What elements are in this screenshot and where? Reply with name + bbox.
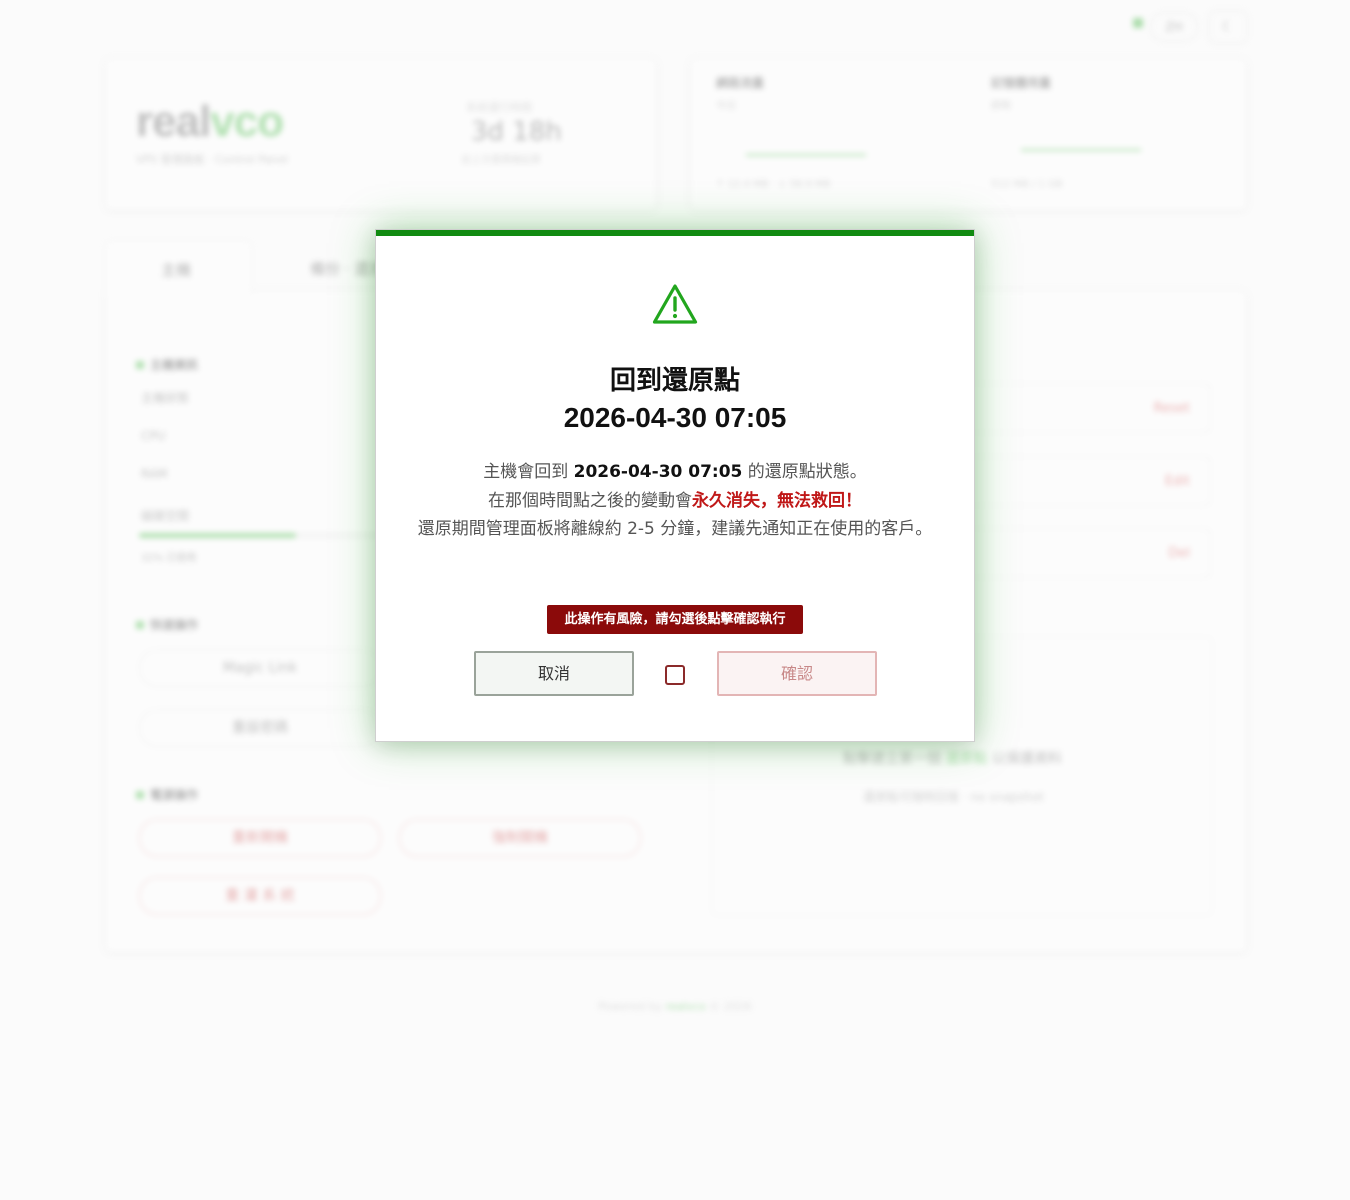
- actions-title: 快速操作: [136, 616, 198, 633]
- stat-foot: 512 MB / 1 GB: [991, 179, 1063, 190]
- language-toggle[interactable]: ZH: [1150, 12, 1198, 42]
- host-field: CPU: [141, 429, 166, 443]
- theme-toggle[interactable]: ☾: [1208, 10, 1248, 44]
- logo: realvco: [136, 97, 284, 146]
- tab-host[interactable]: 主機: [105, 240, 252, 296]
- reboot-button[interactable]: 重新開機: [139, 819, 381, 857]
- brand-card: realvco VPS 管理面板 · Control Panel 系統運行時間 …: [105, 58, 657, 210]
- host-field: RAM: [141, 467, 168, 481]
- dialog-message: 主機會回到 2026-04-30 07:05 的還原點狀態。 在那個時間點之後的…: [416, 458, 934, 543]
- stat-sub: 即時: [991, 101, 1011, 112]
- dialog-accent-bar: [376, 230, 974, 236]
- force-shutdown-button[interactable]: 強制關機: [399, 819, 641, 857]
- stat-title: 記憶體用量: [991, 76, 1052, 90]
- uptime-label: 系統運行時間: [466, 101, 532, 114]
- stat-sub: 今日: [716, 101, 736, 112]
- cancel-button[interactable]: 取消: [474, 651, 634, 696]
- risk-notice: 此操作有風險，請勾選後點擊確認執行: [547, 605, 803, 634]
- message-line-2: 在那個時間點之後的變動會永久消失，無法救回！: [488, 491, 862, 511]
- uptime-sub: 自上次重開機起算: [461, 155, 541, 166]
- stat-foot: ↑ 12.4 MB · ↓ 58.9 MB: [716, 179, 831, 190]
- stat-title: 網路流量: [716, 76, 765, 90]
- footer: Powered by realvco © 2026: [598, 1000, 752, 1013]
- empty-sub: 還原點可隨時回復 · no snapshot: [863, 790, 1044, 804]
- dialog-title: 回到還原點: [609, 366, 740, 396]
- reinstall-button[interactable]: 重 灌 系 統: [139, 877, 381, 915]
- moon-icon: ☾: [1221, 19, 1235, 35]
- host-field: 主機狀態: [141, 391, 190, 405]
- confirm-button[interactable]: 確認: [717, 651, 877, 696]
- confirm-checkbox[interactable]: [665, 665, 685, 685]
- uptime-value: 3d 18h: [471, 117, 562, 147]
- power-title: 電源操作: [136, 786, 198, 803]
- dialog-date: 2026-04-30 07:05: [563, 402, 787, 433]
- stat-sparkline: [746, 154, 866, 156]
- reset-password-button[interactable]: 重設密碼: [139, 709, 381, 747]
- host-section-title: 主機資訊: [136, 356, 198, 373]
- empty-title: 點擊建立第一個 還原點 以保護資料: [843, 751, 1062, 767]
- tagline: VPS 管理面板 · Control Panel: [136, 153, 289, 166]
- disk-note: 32% 已使用: [141, 553, 197, 564]
- host-field: 磁碟空間: [141, 509, 190, 523]
- message-line-3: 還原期間管理面板將離線約 2-5 分鐘，建議先通知正在使用的客戶。: [417, 519, 933, 539]
- stat-sparkline: [1021, 149, 1141, 151]
- message-line-1: 主機會回到 2026-04-30 07:05 的還原點狀態。: [483, 462, 867, 482]
- warning-triangle-icon: [652, 284, 698, 324]
- magic-link-button[interactable]: Magic Link: [139, 649, 381, 687]
- status-dot: [1133, 18, 1143, 28]
- restore-confirm-dialog: 回到還原點 2026-04-30 07:05 主機會回到 2026-04-30 …: [375, 229, 975, 742]
- stats-card: 網路流量 今日 ↑ 12.4 MB · ↓ 58.9 MB 記憶體用量 即時 5…: [690, 58, 1247, 210]
- tab-backup[interactable]: 備份 · 還原: [310, 258, 384, 279]
